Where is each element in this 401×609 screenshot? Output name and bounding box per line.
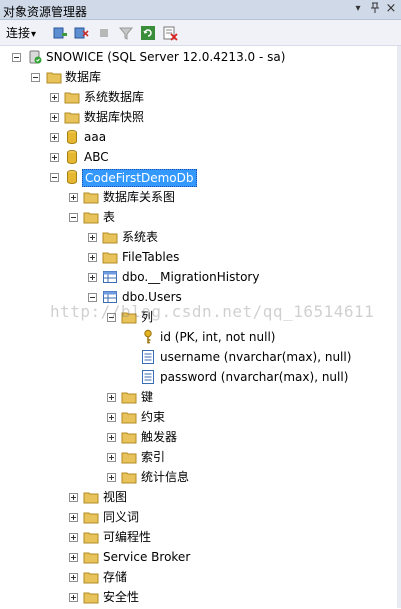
folder-icon [64,92,80,104]
tables-label: 表 [103,210,116,224]
expand-toggle[interactable] [88,253,97,262]
keys-label: 键 [141,390,154,404]
folder-icon [83,552,99,564]
migration-history-label: dbo.__MigrationHistory [122,270,260,284]
folder-icon [121,392,137,404]
column-icon [142,350,154,364]
expand-toggle[interactable] [69,513,78,522]
server-label: SNOWICE (SQL Server 12.0.4213.0 - sa) [46,50,286,64]
collapse-toggle[interactable] [12,53,21,62]
db-diagrams-label: 数据库关系图 [103,190,176,204]
security-label: 安全性 [103,590,140,604]
programmability-label: 可编程性 [103,530,152,544]
expand-toggle[interactable] [107,393,116,402]
stop-icon[interactable] [96,25,112,41]
expand-toggle[interactable] [69,193,78,202]
users-table-label: dbo.Users [122,290,182,304]
storage-label: 存储 [103,570,128,584]
col-username-label: username (nvarchar(max), null) [160,350,352,364]
collapse-toggle[interactable] [88,293,97,302]
expand-toggle[interactable] [88,233,97,242]
expand-toggle[interactable] [50,133,59,142]
refresh-icon[interactable] [140,25,156,41]
filter-icon[interactable] [118,25,134,41]
folder-icon [102,232,118,244]
db-aaa-label: aaa [84,130,107,144]
collapse-toggle[interactable] [31,73,40,82]
constraints-label: 约束 [141,410,166,424]
folder-icon [83,492,99,504]
expand-toggle[interactable] [50,113,59,122]
database-icon [67,130,77,145]
folder-icon [83,572,99,584]
expand-toggle[interactable] [69,573,78,582]
expand-toggle[interactable] [69,593,78,602]
primary-key-icon [144,329,152,344]
collapse-toggle[interactable] [69,213,78,222]
panel-dropdown-icon[interactable]: ▾ [351,2,365,16]
server-icon [29,50,42,64]
col-id-label: id (PK, int, not null) [160,330,276,344]
folder-icon [121,472,137,484]
folder-icon [83,192,99,204]
pin-icon[interactable] [368,2,382,16]
folder-icon [83,212,99,224]
folder-icon [83,532,99,544]
connect-arrow-icon: ▾ [31,29,37,40]
folder-icon [83,512,99,524]
db-codefirst-label: CodeFirstDemoDb [82,169,197,187]
db-snapshots-label: 数据库快照 [84,110,145,124]
table-icon [103,291,117,303]
database-icon [67,170,77,185]
triggers-label: 触发器 [141,430,178,444]
system-databases-label: 系统数据库 [84,90,145,104]
close-icon[interactable]: × [384,2,398,16]
disconnect-icon[interactable] [73,25,89,41]
expand-toggle[interactable] [107,453,116,462]
object-explorer-tree: SNOWICE (SQL Server 12.0.4213.0 - sa) 数据… [0,46,401,608]
databases-label: 数据库 [65,70,102,84]
filetables-label: FileTables [122,250,180,264]
collapse-toggle[interactable] [50,173,59,182]
folder-icon [83,592,99,604]
folder-icon [64,112,80,124]
connect-object-icon[interactable] [52,25,68,41]
db-abc-label: ABC [84,150,109,164]
folder-icon [121,432,137,444]
system-tables-label: 系统表 [122,230,159,244]
statistics-label: 统计信息 [141,470,190,484]
expand-toggle[interactable] [69,493,78,502]
expand-toggle[interactable] [50,93,59,102]
folder-icon [102,252,118,264]
panel-title: 对象资源管理器 [3,5,88,19]
expand-toggle[interactable] [107,413,116,422]
expand-toggle[interactable] [88,273,97,282]
columns-label: 列 [141,310,154,324]
connect-label: 连接 [6,26,31,40]
folder-icon [121,452,137,464]
explorer-toolbar: 连接▾ [0,20,401,46]
folder-icon [46,72,62,84]
database-icon [67,150,77,165]
right-edge-gutter [397,46,401,608]
expand-toggle[interactable] [107,473,116,482]
folder-icon [121,412,137,424]
panel-titlebar: 对象资源管理器 ▾ × [0,0,401,20]
activity-monitor-icon[interactable] [162,25,178,41]
expand-toggle[interactable] [107,433,116,442]
expand-toggle[interactable] [50,153,59,162]
expand-toggle[interactable] [69,553,78,562]
folder-icon [121,312,137,324]
collapse-toggle[interactable] [107,313,116,322]
synonyms-label: 同义词 [103,510,140,524]
views-label: 视图 [103,490,128,504]
expand-toggle[interactable] [69,533,78,542]
connect-button[interactable]: 连接▾ [6,25,36,41]
col-password-label: password (nvarchar(max), null) [160,370,349,384]
service-broker-label: Service Broker [103,550,191,564]
column-icon [142,370,154,384]
table-icon [103,271,117,283]
indexes-label: 索引 [141,450,166,464]
